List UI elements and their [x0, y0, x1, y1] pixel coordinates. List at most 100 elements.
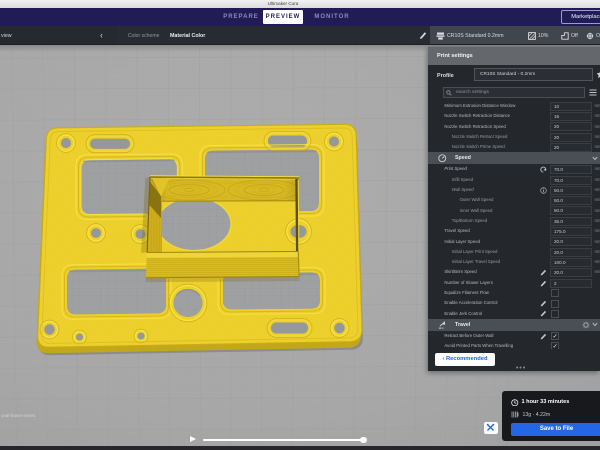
setting-row[interactable]: Nozzle Switch Retraction Distance16mm — [428, 111, 600, 121]
setting-checkbox[interactable] — [551, 310, 559, 318]
setting-label: Initial Layer Print Speed — [452, 247, 498, 257]
setting-row[interactable]: Enable Jerk Control — [428, 309, 600, 319]
setting-value-field[interactable]: 20 — [550, 122, 592, 131]
adhesion-value: On — [596, 33, 600, 39]
setting-row[interactable]: Avoid Printed Parts When Travelling✓ — [428, 341, 600, 349]
setting-value-field[interactable]: 20.0 — [550, 248, 592, 257]
setting-value-field[interactable]: 70.0 — [550, 165, 592, 174]
filter-icon[interactable] — [589, 89, 597, 96]
setting-row[interactable]: Equalize Filament Flow — [428, 288, 600, 298]
setting-row[interactable]: Skirt/Brim Speed20.0mm/s — [428, 267, 600, 277]
setting-row[interactable]: Nozzle Switch Retract Speed20mm/s — [428, 132, 600, 142]
profile-dropdown[interactable]: CR10S Standard - 0.2mm — [474, 68, 593, 81]
travel-section-icon — [438, 321, 447, 330]
setting-row[interactable]: Enable Acceleration Control — [428, 298, 600, 308]
window-title: Ultimaker Cura — [0, 1, 566, 6]
settings-rows: Minimum Extrusion Distance Window10mmNoz… — [428, 101, 600, 349]
model-functional-frame[interactable] — [37, 124, 363, 355]
setting-label: Wall Speed — [452, 185, 474, 195]
color-scheme-dropdown[interactable]: Material Color — [170, 33, 205, 39]
marketplace-button[interactable]: Marketplace — [561, 10, 600, 24]
adhesion-icon — [586, 32, 594, 40]
star-icon[interactable] — [596, 70, 600, 79]
setting-value-field[interactable]: 20 — [550, 143, 592, 152]
setting-value-field[interactable]: 35.0 — [550, 217, 592, 226]
setting-value-field[interactable]: 50.0 — [550, 186, 592, 195]
setting-row[interactable]: Number of Slower Layers2 — [428, 278, 600, 288]
search-input[interactable]: search settings — [443, 87, 585, 98]
setting-value-field[interactable]: 100.0 — [550, 258, 592, 267]
setting-checkbox[interactable] — [551, 289, 559, 297]
setting-value-field[interactable]: 70.0 — [550, 176, 592, 185]
setting-row[interactable]: Nozzle Switch Retraction Speed20mm/s — [428, 122, 600, 132]
setting-label: Nozzle Switch Retract Speed — [452, 132, 508, 142]
pencil-icon[interactable] — [540, 300, 547, 307]
setting-value-field[interactable]: 2 — [550, 279, 592, 288]
setting-row[interactable]: Wall Speed50.0mm/s — [428, 185, 600, 195]
setting-row[interactable]: Top/Bottom Speed35.0mm/s — [428, 216, 600, 226]
setting-row[interactable]: Initial Layer Travel Speed100.0mm/s — [428, 257, 600, 267]
pencil-icon[interactable] — [540, 280, 547, 287]
setting-label: Infill Speed — [452, 175, 473, 185]
support-value: Off — [571, 33, 578, 39]
save-to-file-button[interactable]: Save to File — [511, 423, 600, 436]
tab-preview[interactable]: PREVIEW — [263, 10, 303, 24]
setting-row[interactable]: Minimum Extrusion Distance Window10mm — [428, 101, 600, 111]
panel-title[interactable]: Print settings — [428, 47, 600, 65]
settings-section-speed[interactable]: Speed — [428, 152, 600, 164]
speed-section-icon — [438, 154, 447, 163]
infill-value: 10% — [538, 33, 548, 39]
setting-checkbox[interactable]: ✓ — [551, 332, 559, 340]
pencil-icon[interactable] — [540, 310, 547, 317]
adhesion-summary[interactable]: On — [586, 26, 600, 45]
setting-value-field[interactable]: 20.0 — [550, 237, 592, 246]
undo-icon[interactable] — [540, 166, 547, 173]
support-icon — [561, 32, 569, 40]
pencil-icon[interactable] — [540, 269, 547, 276]
playback-slider-handle[interactable] — [360, 437, 367, 444]
setting-label: Top/Bottom Speed — [452, 216, 487, 226]
play-icon[interactable] — [190, 436, 196, 442]
setting-row[interactable]: Retract Before Outer Wall✓ — [428, 331, 600, 341]
setting-value-field[interactable]: 50.0 — [550, 196, 592, 205]
setting-unit: mm — [595, 111, 600, 121]
chevron-left-icon[interactable]: ‹ — [100, 30, 103, 40]
setting-row[interactable]: Inner Wall Speed50.0mm/s — [428, 206, 600, 216]
tab-prepare[interactable]: PREPARE — [215, 8, 267, 27]
info-icon[interactable] — [540, 187, 547, 194]
tab-monitor[interactable]: MONITOR — [306, 8, 358, 27]
setting-value-field[interactable]: 20.0 — [550, 268, 592, 277]
setting-value-field[interactable]: 20 — [550, 133, 592, 142]
setting-checkbox[interactable] — [551, 300, 559, 308]
recommended-button[interactable]: ‹ Recommended — [435, 353, 495, 366]
chevron-down-icon[interactable] — [592, 156, 598, 161]
setting-row[interactable]: Initial Layer Speed20.0mm/s — [428, 237, 600, 247]
setting-row[interactable]: Nozzle Switch Prime Speed20mm/s — [428, 142, 600, 152]
view-mode-label[interactable]: view — [1, 33, 12, 39]
infill-summary[interactable]: 10% — [528, 26, 548, 45]
gear-icon[interactable] — [582, 321, 590, 329]
pencil-icon[interactable] — [419, 31, 427, 40]
playback-slider-track[interactable] — [203, 439, 363, 441]
os-titlebar: Ultimaker Cura — [0, 0, 600, 8]
support-summary[interactable]: Off — [561, 26, 578, 45]
panel-resize-handle[interactable]: ••• — [511, 365, 531, 373]
output-device-button[interactable] — [484, 422, 498, 435]
profile-summary-text: CR10S Standard 0.2mm — [447, 33, 504, 39]
setting-row[interactable]: Print Speed70.0mm/s — [428, 164, 600, 174]
setting-value-field[interactable]: 175.0 — [550, 227, 592, 236]
settings-section-travel[interactable]: Travel — [428, 319, 600, 331]
setting-row[interactable]: Infill Speed70.0mm/s — [428, 175, 600, 185]
setting-row[interactable]: Travel Speed175.0mm/s — [428, 226, 600, 236]
adjust-icon — [486, 423, 495, 432]
printer-profile-summary[interactable]: CR10S Standard 0.2mm — [436, 26, 504, 45]
setting-value-field[interactable]: 10 — [550, 102, 592, 111]
setting-row[interactable]: Outer Wall Speed50.0mm/s — [428, 195, 600, 205]
setting-value-field[interactable]: 16 — [550, 112, 592, 121]
setting-row[interactable]: Initial Layer Print Speed20.0mm/s — [428, 247, 600, 257]
setting-value-field[interactable]: 50.0 — [550, 206, 592, 215]
pencil-icon[interactable] — [540, 333, 547, 340]
chevron-down-icon[interactable] — [592, 322, 598, 327]
setting-checkbox[interactable]: ✓ — [551, 342, 559, 349]
watermark-text: onal-frame-series — [1, 413, 35, 418]
